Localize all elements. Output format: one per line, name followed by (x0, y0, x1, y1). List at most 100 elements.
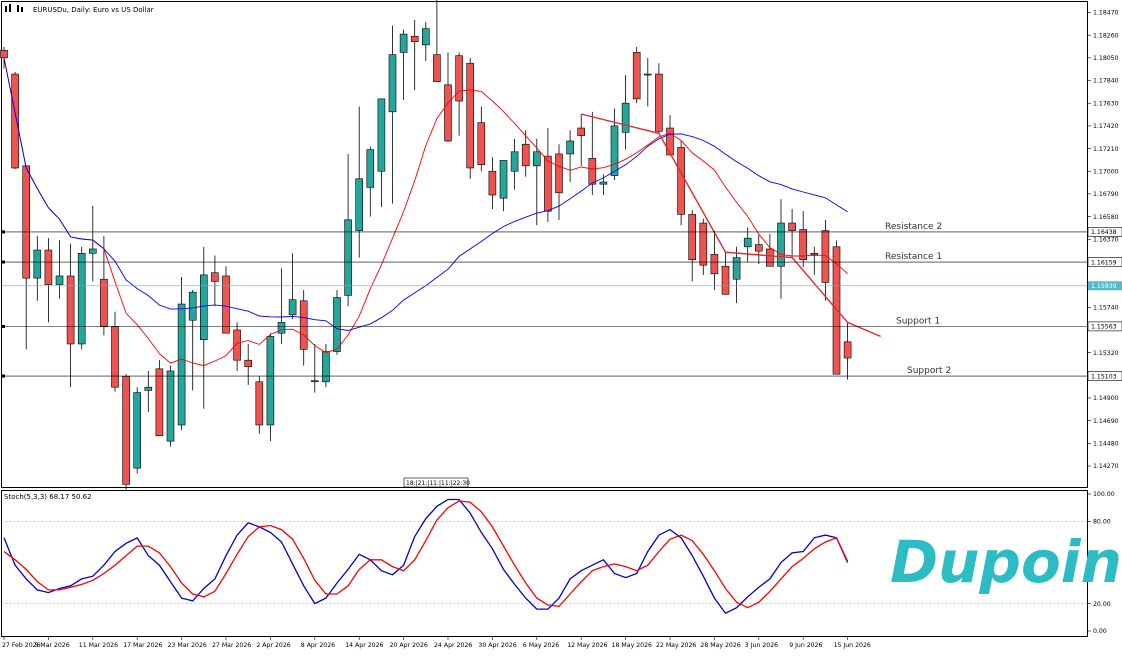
candle-body (311, 381, 318, 382)
price-tick-label: 1.15320 (1093, 350, 1119, 357)
candle-body (511, 152, 518, 171)
candle (722, 252, 729, 294)
price-tick-label: 1.16370 (1093, 236, 1119, 243)
candle (744, 227, 751, 262)
candle-body (300, 301, 307, 350)
candle (422, 22, 429, 61)
chart-type-icon (17, 5, 23, 12)
candle-body (422, 29, 429, 45)
candle-body (411, 36, 418, 41)
price-tick-label: 1.18050 (1093, 55, 1119, 62)
candle-body (622, 103, 629, 132)
chart-window: Resistance 21.16438Resistance 11.16159Su… (0, 0, 1122, 652)
price-tick-label: 1.18260 (1093, 32, 1119, 39)
candle-body (644, 74, 651, 75)
candle-body (633, 52, 640, 98)
candle (56, 240, 63, 298)
candle (544, 128, 551, 222)
candle-body (822, 231, 829, 283)
level-label: Resistance 2 (885, 222, 942, 232)
price-tick-label: 1.17840 (1093, 78, 1119, 85)
candle-body (700, 223, 707, 265)
candle (500, 160, 507, 211)
candle-body (234, 330, 241, 360)
date-axis: 27 Feb 20265 Mar 202611 Mar 202617 Mar 2… (2, 637, 871, 650)
date-tick-label: 24 Apr 2026 (434, 642, 472, 649)
candle-body (445, 85, 452, 141)
date-tick-label: 12 May 2026 (567, 642, 607, 649)
candle (345, 154, 352, 306)
level-marker (2, 325, 5, 328)
moving-averages (4, 58, 848, 366)
candle-body (389, 55, 396, 112)
candle-body (689, 214, 696, 259)
candle (334, 290, 341, 355)
price-tick-label: 1.18470 (1093, 10, 1119, 17)
level-marker (2, 375, 5, 378)
candle (655, 63, 662, 133)
candle (89, 206, 96, 282)
candle (789, 209, 796, 258)
candle-body (367, 150, 374, 188)
candle (800, 211, 807, 267)
candle-body (722, 266, 729, 294)
candle (755, 235, 762, 264)
candle-body (489, 171, 496, 195)
candle-body (755, 245, 762, 251)
candle (267, 333, 274, 441)
candle-body (23, 166, 30, 278)
price-tick-label: 1.14690 (1093, 418, 1119, 425)
candle (189, 290, 196, 390)
candle-body (123, 376, 130, 484)
candle-body (189, 292, 196, 320)
candle (123, 374, 130, 490)
candle (433, 0, 440, 82)
candle (223, 266, 230, 333)
date-tick-label: 5 Mar 2026 (34, 642, 69, 649)
candle-body (45, 250, 52, 285)
price-tick-label: 1.14270 (1093, 463, 1119, 470)
candle-body (522, 144, 529, 166)
price-tick-label: 1.17420 (1093, 123, 1119, 130)
candle (178, 277, 185, 430)
date-tick-label: 17 Mar 2026 (123, 642, 162, 649)
stoch-tick-label: 0.00 (1093, 628, 1107, 635)
candle-body (600, 182, 607, 184)
candle (400, 30, 407, 100)
candle (200, 247, 207, 409)
candle (711, 231, 718, 290)
price-tick-label: 1.17630 (1093, 100, 1119, 107)
date-tick-label: 20 Apr 2026 (390, 642, 428, 649)
candle (356, 106, 363, 257)
ma-slow-line (4, 58, 848, 331)
candle-body (145, 387, 152, 390)
level-price-tag-text: 1.16159 (1091, 259, 1117, 266)
candle-body (766, 249, 773, 266)
candle-body (778, 223, 785, 266)
candle-body (655, 74, 662, 131)
date-tick-label: 27 Mar 2026 (212, 642, 251, 649)
time-badge: 18:|21:|11:|11:|22:30 (404, 478, 470, 487)
stoch-tick-label: 100.00 (1093, 491, 1115, 498)
candle (633, 47, 640, 103)
date-tick-label: 6 May 2026 (523, 642, 559, 649)
candle (445, 52, 452, 142)
price-axis: 1.18470 1.18260 1.18050 1.17840 1.17630 1.174… (1088, 10, 1119, 471)
candle-body (844, 342, 851, 358)
date-tick-label: 9 Jun 2026 (789, 642, 822, 649)
candle (12, 72, 19, 169)
candle (478, 106, 485, 171)
level-price-tag-text: 1.16438 (1091, 229, 1117, 236)
candle-body (667, 128, 674, 155)
candle-body (556, 154, 563, 193)
date-tick-label: 22 May 2026 (656, 642, 696, 649)
candle-body (289, 300, 296, 315)
candle (389, 25, 396, 203)
date-tick-label: 18 May 2026 (612, 642, 652, 649)
candle-body (100, 279, 107, 327)
candle (234, 322, 241, 371)
candle (556, 144, 563, 220)
date-tick-label: 11 Mar 2026 (79, 642, 118, 649)
symbol-title: EURUSDu, Daily: Euro vs US Dollar (33, 6, 154, 14)
candle-body (433, 55, 440, 82)
